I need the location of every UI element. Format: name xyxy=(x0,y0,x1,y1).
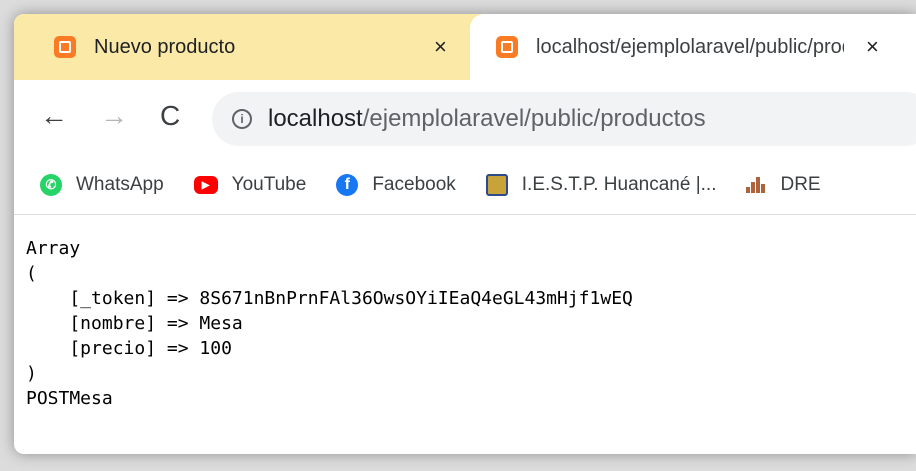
back-icon[interactable]: ← xyxy=(40,102,68,130)
bookmark-label: WhatsApp xyxy=(76,174,164,195)
reload-icon[interactable]: C xyxy=(160,102,180,130)
toolbar: ← → C i localhost/ejemplolaravel/public/… xyxy=(14,80,916,156)
tab-title: localhost/ejemplolaravel/public/producto… xyxy=(536,35,844,58)
output-line: POSTMesa xyxy=(26,388,113,409)
bookmarks-bar: ✆ WhatsApp ▶ YouTube f Facebook I.E.S.T.… xyxy=(14,156,916,215)
tab-nuevo-producto[interactable]: Nuevo producto × xyxy=(14,14,470,80)
bookmark-label: Facebook xyxy=(372,174,456,195)
address-bar[interactable]: i localhost/ejemplolaravel/public/produc… xyxy=(212,92,916,146)
tab-title: Nuevo producto xyxy=(94,35,236,58)
forward-icon[interactable]: → xyxy=(100,102,128,130)
bookmark-label: DRE xyxy=(780,174,821,195)
tab-strip: Nuevo producto × localhost/ejemplolarave… xyxy=(14,14,916,80)
bookmark-iestp[interactable]: I.E.S.T.P. Huancané |... xyxy=(485,174,717,196)
page-output: Array ( [_token] => 8S671nBnPrnFAl36OwsO… xyxy=(26,236,906,411)
youtube-icon: ▶ xyxy=(193,176,218,194)
facebook-icon: f xyxy=(336,174,359,196)
output-line: Array xyxy=(26,238,81,259)
browser-window: Nuevo producto × localhost/ejemplolarave… xyxy=(14,14,916,454)
close-icon[interactable]: × xyxy=(866,36,879,58)
url-path: /ejemplolaravel/public/productos xyxy=(362,105,706,132)
dre-icon xyxy=(746,177,766,193)
bookmark-youtube[interactable]: ▶ YouTube xyxy=(193,174,307,196)
tab-productos[interactable]: localhost/ejemplolaravel/public/producto… xyxy=(470,14,916,80)
bookmark-label: I.E.S.T.P. Huancané |... xyxy=(521,174,717,195)
url-text[interactable]: localhost/ejemplolaravel/public/producto… xyxy=(268,105,706,133)
url-host: localhost xyxy=(268,105,363,132)
output-line: [_token] => 8S671nBnPrnFAl36OwsOYiIEaQ4e… xyxy=(26,288,633,309)
output-line: ( xyxy=(26,263,37,284)
xampp-icon xyxy=(496,36,518,58)
close-icon[interactable]: × xyxy=(434,36,447,58)
whatsapp-icon: ✆ xyxy=(40,174,62,196)
output-line: [nombre] => Mesa xyxy=(26,313,243,334)
xampp-icon xyxy=(54,36,76,58)
output-line: [precio] => 100 xyxy=(26,338,232,359)
output-line: ) xyxy=(26,363,37,384)
bookmark-facebook[interactable]: f Facebook xyxy=(336,174,456,196)
bookmark-whatsapp[interactable]: ✆ WhatsApp xyxy=(40,174,164,196)
bookmark-dre[interactable]: DRE xyxy=(746,174,821,196)
iestp-icon xyxy=(485,174,508,196)
bookmark-label: YouTube xyxy=(231,174,307,195)
info-icon[interactable]: i xyxy=(232,109,252,129)
